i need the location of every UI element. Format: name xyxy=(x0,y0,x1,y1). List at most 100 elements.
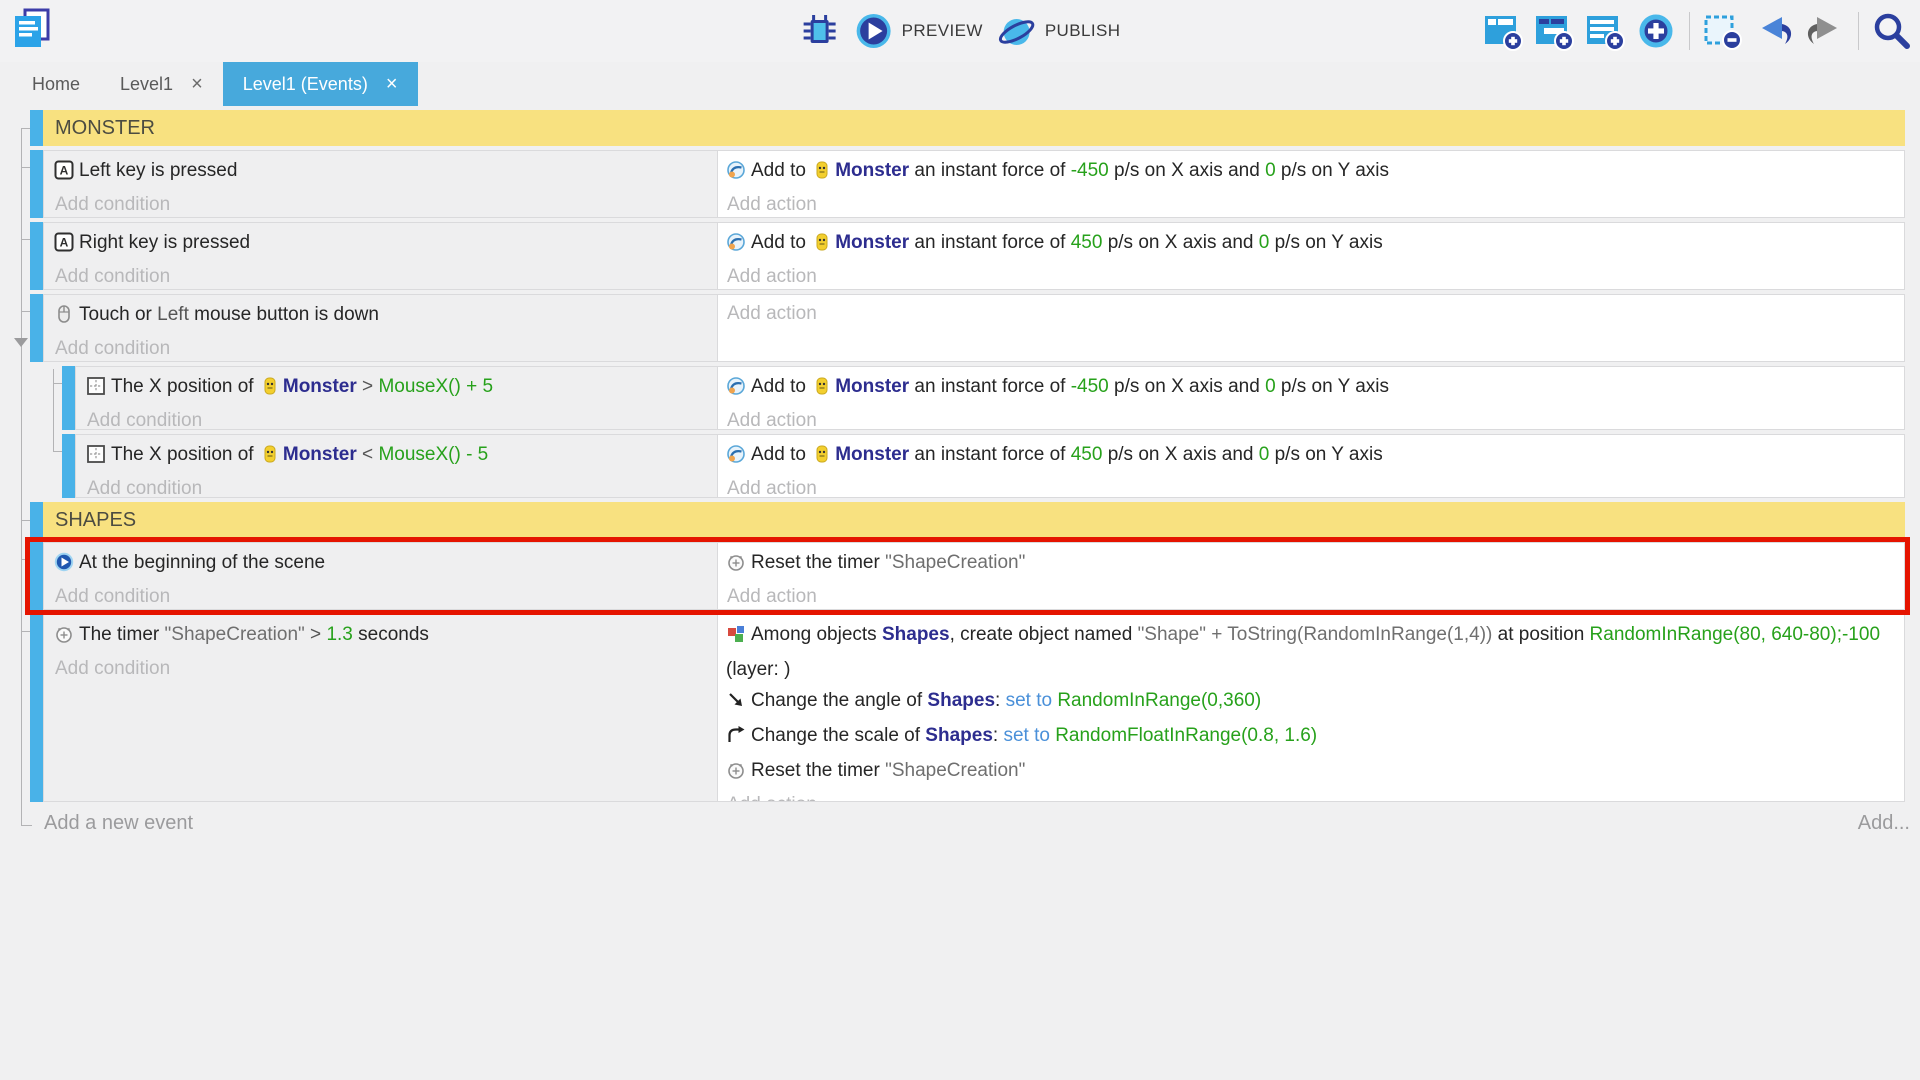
add-action-button[interactable]: Add action xyxy=(726,474,1894,498)
action-text: Reset the timer xyxy=(751,552,885,573)
condition-text: At the beginning of the scene xyxy=(79,552,325,573)
event-row[interactable]: The X position of Monster > MouseX() + 5… xyxy=(62,366,1905,430)
conditions-cell[interactable]: Touch or Left mouse button is downAdd co… xyxy=(43,294,717,362)
add-condition-button[interactable]: Add condition xyxy=(54,190,709,218)
actions-cell[interactable]: Among objects Shapes, create object name… xyxy=(717,614,1905,802)
action[interactable]: Change the angle of Shapes: set to Rando… xyxy=(726,685,1894,720)
action-text: p/s on Y axis xyxy=(1269,232,1382,253)
action-text: at position xyxy=(1492,624,1589,645)
add-condition-button[interactable]: Add condition xyxy=(54,582,709,610)
action-text: Change the angle of xyxy=(751,690,927,711)
condition[interactable]: ALeft key is pressed xyxy=(54,155,709,190)
condition[interactable]: Touch or Left mouse button is down xyxy=(54,299,709,334)
add-condition-button[interactable]: Add condition xyxy=(86,406,709,430)
action[interactable]: Among objects Shapes, create object name… xyxy=(726,619,1894,685)
event-color-bar xyxy=(30,542,43,610)
action-text: 0 xyxy=(1259,232,1270,253)
event-group-row[interactable]: SHAPES xyxy=(30,502,1905,538)
event-row[interactable]: The timer "ShapeCreation" > 1.3 secondsA… xyxy=(30,614,1905,802)
add-action-button[interactable]: Add action xyxy=(726,262,1894,290)
publish-button[interactable]: PUBLISH xyxy=(997,11,1121,51)
force-icon xyxy=(726,159,746,190)
event-row[interactable]: At the beginning of the scene Add conditi… xyxy=(30,542,1905,610)
add-condition-button[interactable]: Add condition xyxy=(54,334,709,362)
timer-icon xyxy=(54,623,74,654)
event-row[interactable]: ALeft key is pressedAdd condition Add to … xyxy=(30,150,1905,218)
add-action-button[interactable]: Add action xyxy=(726,790,1894,802)
add-action-button[interactable]: Add action xyxy=(726,582,1894,610)
preview-button[interactable]: PREVIEW xyxy=(854,11,983,51)
action-text: p/s on Y axis xyxy=(1276,376,1389,397)
add-action-button[interactable]: Add action xyxy=(726,406,1894,430)
tab-close-icon[interactable]: × xyxy=(386,74,398,94)
condition-text: MouseX() - 5 xyxy=(378,444,488,465)
delete-selection-icon[interactable] xyxy=(1703,11,1743,51)
add-subevent-icon[interactable] xyxy=(1534,11,1574,51)
add-action-button[interactable]: Add action xyxy=(726,299,1894,329)
event-row[interactable]: Touch or Left mouse button is downAdd co… xyxy=(30,294,1905,362)
add-condition-button[interactable]: Add condition xyxy=(54,654,709,684)
tab-home[interactable]: Home xyxy=(12,62,100,106)
action-text: an instant force of xyxy=(909,160,1071,181)
action[interactable]: Add to Monster an instant force of 450 p… xyxy=(726,227,1894,262)
condition[interactable]: The X position of Monster < MouseX() - 5 xyxy=(86,439,709,474)
actions-cell[interactable]: Reset the timer "ShapeCreation"Add actio… xyxy=(717,542,1905,610)
actions-cell[interactable]: Add to Monster an instant force of 450 p… xyxy=(717,434,1905,498)
redo-icon[interactable] xyxy=(1805,11,1845,51)
action-text: p/s on X axis and xyxy=(1109,376,1265,397)
search-icon[interactable] xyxy=(1872,11,1912,51)
event-group-row[interactable]: MONSTER xyxy=(30,110,1905,146)
action-text: 450 xyxy=(1071,444,1103,465)
add-event-icon[interactable] xyxy=(1483,11,1523,51)
action[interactable]: Reset the timer "ShapeCreation" xyxy=(726,547,1894,582)
conditions-cell[interactable]: The timer "ShapeCreation" > 1.3 secondsA… xyxy=(43,614,717,802)
add-new-event-button[interactable]: Add a new event xyxy=(44,812,193,835)
condition[interactable]: ARight key is pressed xyxy=(54,227,709,262)
create-object-icon xyxy=(726,623,746,654)
tree-line xyxy=(21,559,30,560)
app-logo-icon[interactable] xyxy=(10,7,54,56)
add-circle-icon[interactable] xyxy=(1636,11,1676,51)
tree-expander-icon[interactable] xyxy=(14,338,28,347)
condition-text: Monster xyxy=(283,376,357,397)
conditions-cell[interactable]: The X position of Monster < MouseX() - 5… xyxy=(75,434,717,498)
conditions-cell[interactable]: ALeft key is pressedAdd condition xyxy=(43,150,717,218)
add-more-button[interactable]: Add... xyxy=(1858,812,1910,835)
actions-cell[interactable]: Add to Monster an instant force of -450 … xyxy=(717,150,1905,218)
debugger-icon[interactable] xyxy=(800,11,840,51)
condition[interactable]: The X position of Monster > MouseX() + 5 xyxy=(86,371,709,406)
tree-line xyxy=(21,128,22,825)
add-condition-button[interactable]: Add condition xyxy=(86,474,709,498)
timer-icon xyxy=(726,551,746,582)
condition[interactable]: At the beginning of the scene xyxy=(54,547,709,582)
action-text: 0 xyxy=(1265,160,1276,181)
action[interactable]: Add to Monster an instant force of -450 … xyxy=(726,155,1894,190)
actions-cell[interactable]: Add to Monster an instant force of 450 p… xyxy=(717,222,1905,290)
tab-level1[interactable]: Level1× xyxy=(100,62,223,106)
conditions-cell[interactable]: The X position of Monster > MouseX() + 5… xyxy=(75,366,717,430)
action-text: RandomInRange(0,360) xyxy=(1057,690,1261,711)
condition-text: < xyxy=(357,444,379,465)
add-condition-button[interactable]: Add condition xyxy=(54,262,709,290)
actions-cell[interactable]: Add action xyxy=(717,294,1905,362)
conditions-cell[interactable]: ARight key is pressedAdd condition xyxy=(43,222,717,290)
tab-close-icon[interactable]: × xyxy=(191,74,203,94)
undo-icon[interactable] xyxy=(1754,11,1794,51)
event-row[interactable]: ARight key is pressedAdd condition Add to… xyxy=(30,222,1905,290)
toolbar-separator xyxy=(1858,12,1859,50)
action[interactable]: Add to Monster an instant force of 450 p… xyxy=(726,439,1894,474)
add-action-button[interactable]: Add action xyxy=(726,190,1894,218)
condition[interactable]: The timer "ShapeCreation" > 1.3 seconds xyxy=(54,619,709,654)
action-text: Change the scale of xyxy=(751,725,925,746)
action[interactable]: Add to Monster an instant force of -450 … xyxy=(726,371,1894,406)
action[interactable]: Change the scale of Shapes: set to Rando… xyxy=(726,720,1894,755)
event-color-bar xyxy=(62,366,75,430)
event-row[interactable]: The X position of Monster < MouseX() - 5… xyxy=(62,434,1905,498)
conditions-cell[interactable]: At the beginning of the scene Add conditi… xyxy=(43,542,717,610)
action-text: Shapes xyxy=(882,624,950,645)
tree-line xyxy=(21,825,32,826)
add-comment-icon[interactable] xyxy=(1585,11,1625,51)
action[interactable]: Reset the timer "ShapeCreation" xyxy=(726,755,1894,790)
tab-level1-events-[interactable]: Level1 (Events)× xyxy=(223,62,418,106)
actions-cell[interactable]: Add to Monster an instant force of -450 … xyxy=(717,366,1905,430)
